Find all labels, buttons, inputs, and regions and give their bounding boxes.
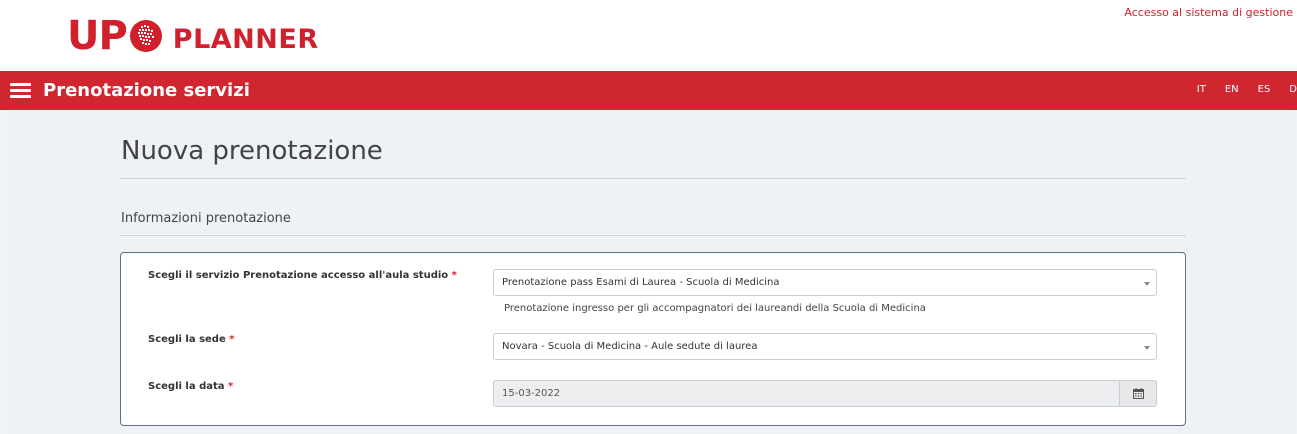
section-title: Informazioni prenotazione (121, 211, 291, 226)
required-mark: * (227, 381, 234, 392)
language-switcher: IT EN ES D (1178, 84, 1297, 95)
service-select-value: Prenotazione pass Esami di Laurea - Scuo… (502, 277, 780, 288)
navbar-title: Prenotazione servizi (43, 80, 250, 101)
logo-up-text: UP (67, 13, 128, 59)
title-divider (120, 178, 1186, 179)
site-label-text: Scegli la sede (148, 334, 226, 345)
site-select[interactable]: Novara - Scuola di Medicina - Aule sedut… (493, 333, 1157, 360)
lang-de[interactable]: D (1289, 84, 1297, 95)
site-label: Scegli la sede * (148, 334, 234, 345)
upo-planner-logo[interactable]: UP PLANNER (67, 16, 319, 56)
top-header: UP PLANNER Accesso al sistema di gestion… (0, 0, 1297, 71)
main-navbar: Prenotazione servizi IT EN ES D (0, 71, 1297, 110)
admin-login-link[interactable]: Accesso al sistema di gestione (1124, 6, 1293, 19)
lang-es[interactable]: ES (1258, 84, 1271, 95)
required-mark: * (229, 334, 235, 345)
hamburger-menu-icon[interactable] (10, 83, 31, 98)
section-divider (120, 235, 1186, 236)
date-label-text: Scegli la data (148, 381, 225, 392)
logo-planner-text: PLANNER (172, 24, 319, 55)
chevron-down-icon (1144, 282, 1150, 286)
service-label-text: Scegli il servizio Prenotazione accesso … (148, 270, 449, 281)
calendar-button[interactable] (1119, 380, 1157, 407)
service-label: Scegli il servizio Prenotazione accesso … (148, 270, 457, 281)
service-select[interactable]: Prenotazione pass Esami di Laurea - Scuo… (493, 269, 1157, 296)
date-label: Scegli la data * (148, 381, 233, 392)
service-help-text: Prenotazione ingresso per gli accompagna… (504, 303, 926, 314)
calendar-icon (1132, 388, 1144, 399)
date-input[interactable]: 15-03-2022 (493, 380, 1119, 407)
lang-en[interactable]: EN (1225, 84, 1239, 95)
chevron-down-icon (1144, 346, 1150, 350)
page-title: Nuova prenotazione (121, 136, 383, 166)
logo-emblem-icon (129, 20, 162, 52)
site-select-value: Novara - Scuola di Medicina - Aule sedut… (502, 341, 758, 352)
lang-it[interactable]: IT (1197, 84, 1206, 95)
required-mark: * (451, 270, 457, 281)
